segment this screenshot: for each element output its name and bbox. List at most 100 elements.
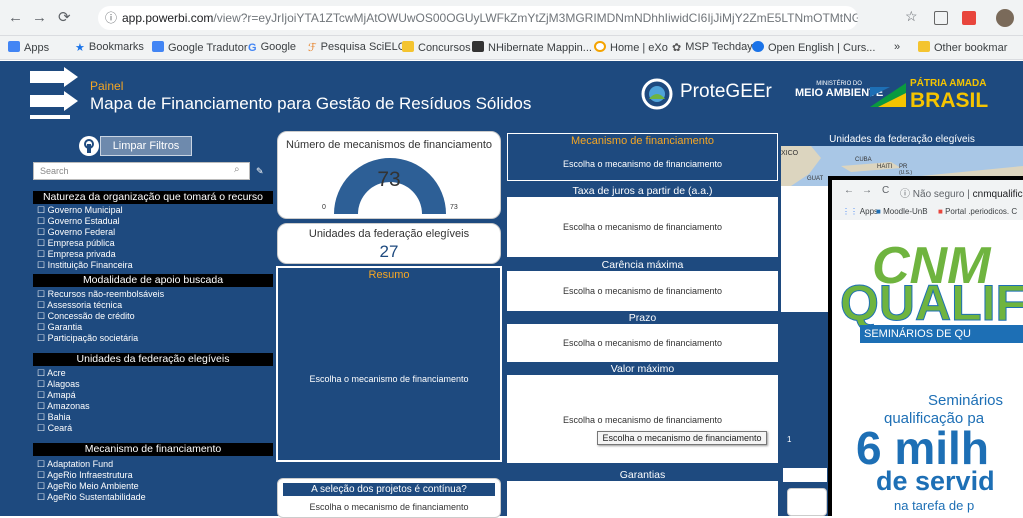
resumo-card: Resumo Escolha o mecanismo de financiame… <box>276 266 502 462</box>
list-item[interactable]: Bahia <box>37 412 90 423</box>
back-icon[interactable]: ← <box>8 9 23 26</box>
apps-grid-icon <box>8 41 20 52</box>
bookmark-open-english[interactable]: Open English | Curs... <box>752 41 875 54</box>
apps-grid-icon: ⋮⋮ <box>842 207 858 216</box>
protegeer-icon <box>641 78 673 110</box>
overlay-text: Seminários <box>928 392 1004 409</box>
mecanismo-title: Mecanismo de financiamento <box>570 135 715 147</box>
arrows-logo-icon <box>30 67 78 119</box>
address-bar[interactable]: ⓘ app.powerbi.com/view?r=eyJrIjoiYTA1ZTc… <box>98 6 858 30</box>
bookmark-portal[interactable]: ■ Portal .periodicos. C <box>938 207 1017 216</box>
mecanismo-text: Escolha o mecanismo de financiamento <box>562 159 723 169</box>
star-filled-icon: ★ <box>75 42 85 54</box>
bookmark-concursos[interactable]: Concursos <box>402 41 471 54</box>
map-label: CUBA <box>855 157 872 163</box>
list-item[interactable]: AgeRio Sustentabilidade <box>37 492 146 503</box>
patria-text: PÁTRIA AMADA <box>910 78 987 89</box>
overlay-subheadline: de servid <box>876 466 995 496</box>
list-item[interactable]: Ceará <box>37 423 90 434</box>
protegeer-logo: ProteGEEr <box>640 77 790 113</box>
star-icon[interactable]: ☆ <box>905 8 918 25</box>
selecao-card: A seleção dos projetos é contínua? Escol… <box>277 478 501 518</box>
map-side-card <box>787 488 827 516</box>
bookmark-apps[interactable]: ⋮⋮ Apps <box>842 207 878 216</box>
list-item[interactable]: Acre <box>37 368 90 379</box>
folder-icon <box>918 41 930 52</box>
url-path: /view?r=eyJrIjoiYTA1ZTcwMjAtOWUwOS00OGUy… <box>213 11 858 25</box>
map-label: HAITI <box>877 164 893 170</box>
uf-count-value: 27 <box>379 242 399 261</box>
bookmark-label: Open English | Curs... <box>768 42 876 54</box>
clear-filters-button[interactable]: Limpar Filtros <box>100 136 192 156</box>
resumo-title: Resumo <box>368 269 410 281</box>
list-item[interactable]: Alagoas <box>37 379 90 390</box>
list-item[interactable]: Instituição Financeira <box>37 260 133 271</box>
overlay-url-secure: Não seguro <box>912 189 965 200</box>
gauge-card: Número de mecanismos de financiamento 73… <box>277 131 501 219</box>
tooltip: Escolha o mecanismo de financiamento <box>597 431 767 445</box>
list-item[interactable]: Amapá <box>37 390 90 401</box>
list-item[interactable]: Concessão de crédito <box>37 311 164 322</box>
list-item[interactable]: Assessoria técnica <box>37 300 164 311</box>
profile-avatar[interactable] <box>996 9 1014 27</box>
overlay-toolbar: ← → C ⓘ Não seguro | cnmqualifica.c <box>832 180 1023 204</box>
report-header: Painel Mapa de Financiamento para Gestão… <box>0 61 1023 128</box>
list-item[interactable]: Adaptation Fund <box>37 459 146 470</box>
search-box[interactable]: Search ⌕ <box>33 162 250 180</box>
qualifica-logo-text: QUALIF <box>839 275 1023 331</box>
back-icon[interactable]: ← <box>844 185 854 196</box>
bookmark-bookmarks[interactable]: ★ Bookmarks <box>75 41 144 54</box>
extension-icon[interactable] <box>962 11 976 25</box>
uf-count-title: Unidades da federação elegíveis <box>308 228 470 240</box>
forward-icon[interactable]: → <box>862 185 872 196</box>
overlay-address[interactable]: ⓘ Não seguro | cnmqualifica.c <box>900 185 1023 200</box>
list-item[interactable]: Empresa privada <box>37 249 133 260</box>
gauge-max: 73 <box>450 204 458 211</box>
reader-icon[interactable] <box>934 11 948 25</box>
list-item[interactable]: AgeRio Meio Ambiente <box>37 481 146 492</box>
list-item[interactable]: Governo Federal <box>37 227 133 238</box>
filter-natureza-list: Governo Municipal Governo Estadual Gover… <box>37 205 133 274</box>
bookmark-scielo[interactable]: ℱ Pesquisa SciELO <box>308 41 406 54</box>
list-item[interactable]: Amazonas <box>37 401 90 412</box>
brasil-text: BRASIL <box>910 89 989 112</box>
bookmark-other[interactable]: Other bookmar <box>918 41 1007 54</box>
bookmark-label: Home | eXo <box>610 42 668 54</box>
map-side-number: 1 <box>787 435 792 444</box>
list-item[interactable]: Recursos não-reembolsáveis <box>37 289 165 300</box>
list-item[interactable]: Governo Estadual <box>37 216 133 227</box>
bookmark-label: MSP Techday <box>685 41 753 53</box>
taxa-title: Taxa de juros a partir de (a.a.) <box>507 185 778 197</box>
bookmark-google-tradutor[interactable]: Google Tradutor <box>152 41 248 54</box>
reload-icon[interactable]: ⟳ <box>58 8 71 26</box>
bookmark-exo[interactable]: Home | eXo <box>594 41 668 54</box>
list-item[interactable]: Empresa pública <box>37 238 133 249</box>
bookmark-label: Google Tradutor <box>168 42 248 54</box>
filter-modalidade-title: Modalidade de apoio buscada <box>33 274 273 287</box>
uf-count-card: Unidades da federação elegíveis 27 <box>277 223 501 264</box>
url-host: app.powerbi.com <box>122 11 214 25</box>
eraser-icon[interactable]: ✎ <box>256 166 264 177</box>
folder-icon <box>402 41 414 52</box>
map-side-box <box>783 468 827 482</box>
list-item[interactable]: Participação societária <box>37 333 164 344</box>
bookmark-apps[interactable]: Apps <box>8 41 49 54</box>
brasil-logo: PÁTRIA AMADA BRASIL <box>870 77 1023 115</box>
bookmarks-overflow[interactable]: » <box>894 41 900 53</box>
forward-icon[interactable]: → <box>32 9 47 26</box>
scielo-icon: ℱ <box>308 42 317 54</box>
reload-icon[interactable]: C <box>882 185 889 196</box>
valor-text: Escolha o mecanismo de financiamento <box>562 415 723 425</box>
info-icon[interactable]: ⓘ <box>105 6 117 30</box>
filter-uf-title: Unidades da federação elegíveis <box>33 353 273 366</box>
bookmark-google[interactable]: G Google <box>248 41 296 54</box>
selecao-title: A seleção dos projetos é contínua? <box>283 483 495 496</box>
bookmark-msp[interactable]: ✿ MSP Techday <box>672 41 753 54</box>
portal-icon: ■ <box>938 207 943 216</box>
list-item[interactable]: Governo Municipal <box>37 205 133 216</box>
list-item[interactable]: Garantia <box>37 322 164 333</box>
bookmark-moodle[interactable]: ■ Moodle-UnB <box>876 207 928 216</box>
bookmark-nhibernate[interactable]: NHibernate Mappin... <box>472 41 592 54</box>
search-placeholder: Search <box>40 166 69 176</box>
list-item[interactable]: AgeRio Infraestrutura <box>37 470 146 481</box>
